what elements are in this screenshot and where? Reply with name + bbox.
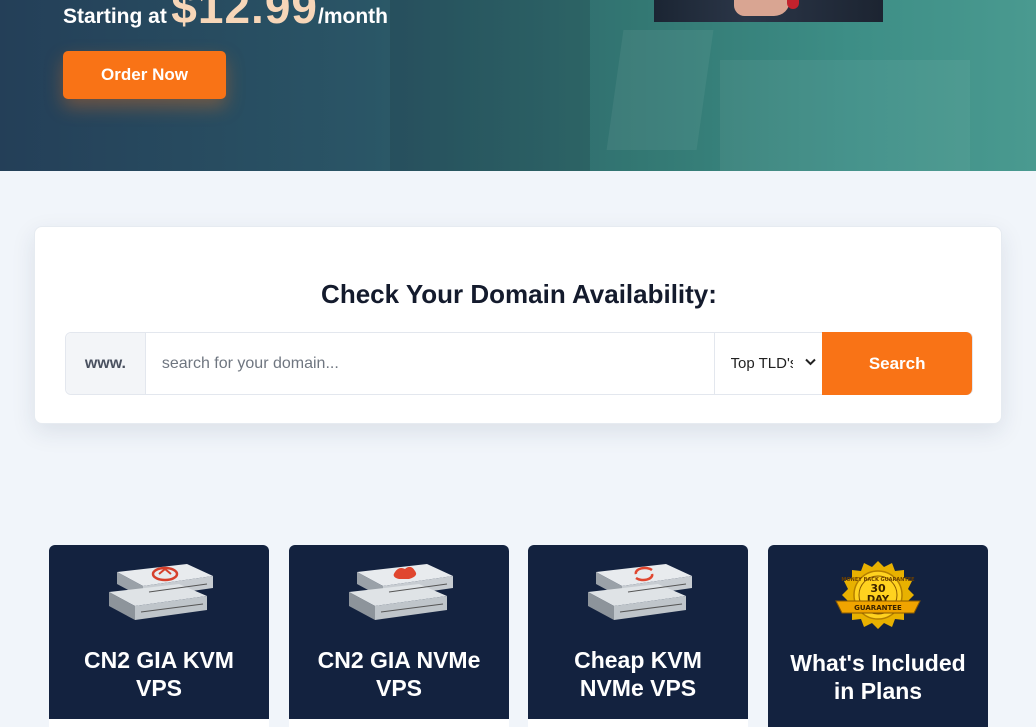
plan-title-line1: What's Included — [790, 650, 966, 676]
card-footer — [528, 719, 748, 727]
card-footer — [49, 719, 269, 727]
plan-title: CN2 GIA KVM VPS — [49, 646, 269, 702]
server-icon — [103, 560, 215, 627]
plan-title-line1: CN2 GIA NVMe — [317, 647, 481, 673]
plan-title-line2: VPS — [135, 675, 183, 701]
plan-title-line1: CN2 GIA KVM — [84, 647, 234, 673]
plan-card-cn2-gia-nvme[interactable]: CN2 GIA NVMe VPS — [289, 545, 509, 727]
plan-title: CN2 GIA NVMe VPS — [289, 646, 509, 702]
domain-search-title: Check Your Domain Availability: — [321, 279, 717, 309]
card-footer — [289, 719, 509, 727]
domain-search-form: www. Top TLD's Search — [65, 332, 973, 395]
plan-title-line1: Cheap KVM — [574, 647, 702, 673]
hero-background-shape — [390, 0, 590, 171]
plan-card-cheap-kvm-nvme[interactable]: Cheap KVM NVMe VPS — [528, 545, 748, 727]
plan-title: Cheap KVM NVMe VPS — [528, 646, 748, 702]
server-icon — [343, 560, 455, 627]
hero-background-shape — [606, 30, 714, 150]
price-label: Starting at — [63, 5, 167, 28]
hero-banner: Starting at $12.99/month Order Now — [0, 0, 1036, 171]
plan-title-line2: NVMe VPS — [579, 675, 697, 701]
chevron-down-icon — [805, 355, 817, 369]
tld-select[interactable]: Top TLD's — [713, 333, 823, 394]
hero-background-shape — [720, 60, 970, 171]
hero-person-image — [654, 0, 883, 22]
domain-search-button[interactable]: Search — [822, 332, 972, 395]
tld-selected-value: Top TLD's — [730, 355, 793, 372]
domain-search-input[interactable] — [145, 333, 714, 394]
plan-title: What's Included in Plans — [768, 649, 988, 705]
guarantee-badge-icon: MONEY BACK GUARANTEE 30 DAY GUARANTEE — [830, 559, 926, 636]
hero-price: Starting at $12.99/month — [63, 0, 388, 34]
domain-search-card: Check Your Domain Availability: www. Top… — [34, 226, 1002, 424]
server-icon — [582, 560, 694, 627]
plan-card-cn2-gia-kvm[interactable]: CN2 GIA KVM VPS — [49, 545, 269, 727]
plan-title-line2: in Plans — [833, 678, 923, 704]
order-now-button[interactable]: Order Now — [63, 51, 226, 99]
plan-card-whats-included[interactable]: MONEY BACK GUARANTEE 30 DAY GUARANTEE Wh… — [768, 545, 988, 727]
price-period: /month — [318, 5, 388, 28]
badge-ribbon-text: GUARANTEE — [854, 604, 902, 612]
price-amount: $12.99 — [171, 0, 318, 33]
www-prefix: www. — [66, 333, 146, 394]
plan-title-line2: VPS — [375, 675, 423, 701]
